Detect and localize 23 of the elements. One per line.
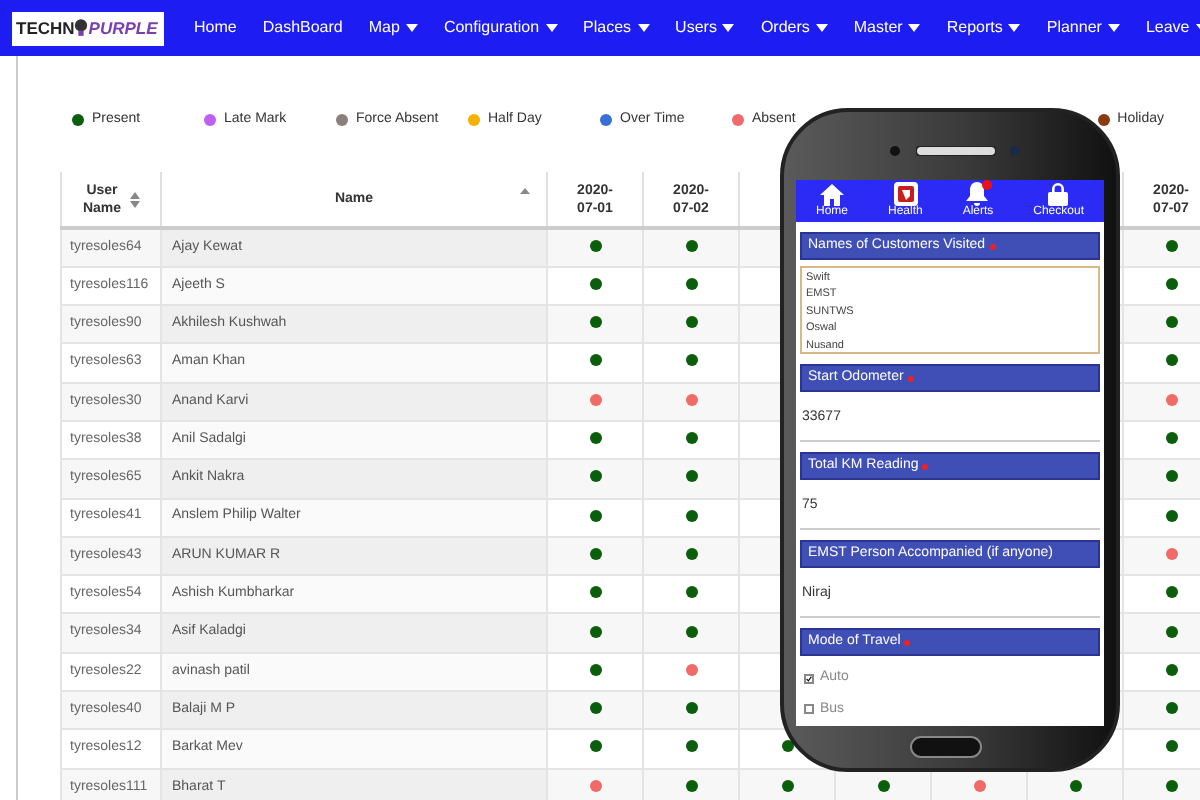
nav-link[interactable]: Configuration <box>443 16 558 40</box>
nav-link[interactable]: Map <box>368 16 418 40</box>
checkbox[interactable] <box>804 704 814 715</box>
nav-link[interactable]: Reports <box>946 16 1021 40</box>
speaker-icon <box>916 146 996 156</box>
checkbox[interactable] <box>804 673 814 684</box>
nav-link[interactable]: Places <box>583 16 650 40</box>
nav-link[interactable]: Leave <box>1145 16 1200 40</box>
nav-link[interactable]: Orders <box>760 16 828 40</box>
camera-icon <box>1010 146 1020 156</box>
logo-text: TECHN <box>16 15 75 41</box>
bulb-icon <box>74 18 89 38</box>
nav-link[interactable]: Master <box>853 16 921 40</box>
sort-icon[interactable] <box>129 191 140 207</box>
nav-link[interactable]: Users <box>675 16 735 40</box>
nav-link[interactable]: Planner <box>1046 16 1120 40</box>
sort-ascending-icon[interactable] <box>520 188 530 194</box>
camera-icon <box>890 146 900 156</box>
nav-link[interactable]: DashBoard <box>262 16 343 40</box>
nav-link[interactable]: Home <box>194 16 237 40</box>
home-button[interactable] <box>910 736 982 758</box>
logo-text: PURPLE <box>88 15 158 41</box>
logo[interactable]: TECHN PURPLE <box>12 11 164 45</box>
